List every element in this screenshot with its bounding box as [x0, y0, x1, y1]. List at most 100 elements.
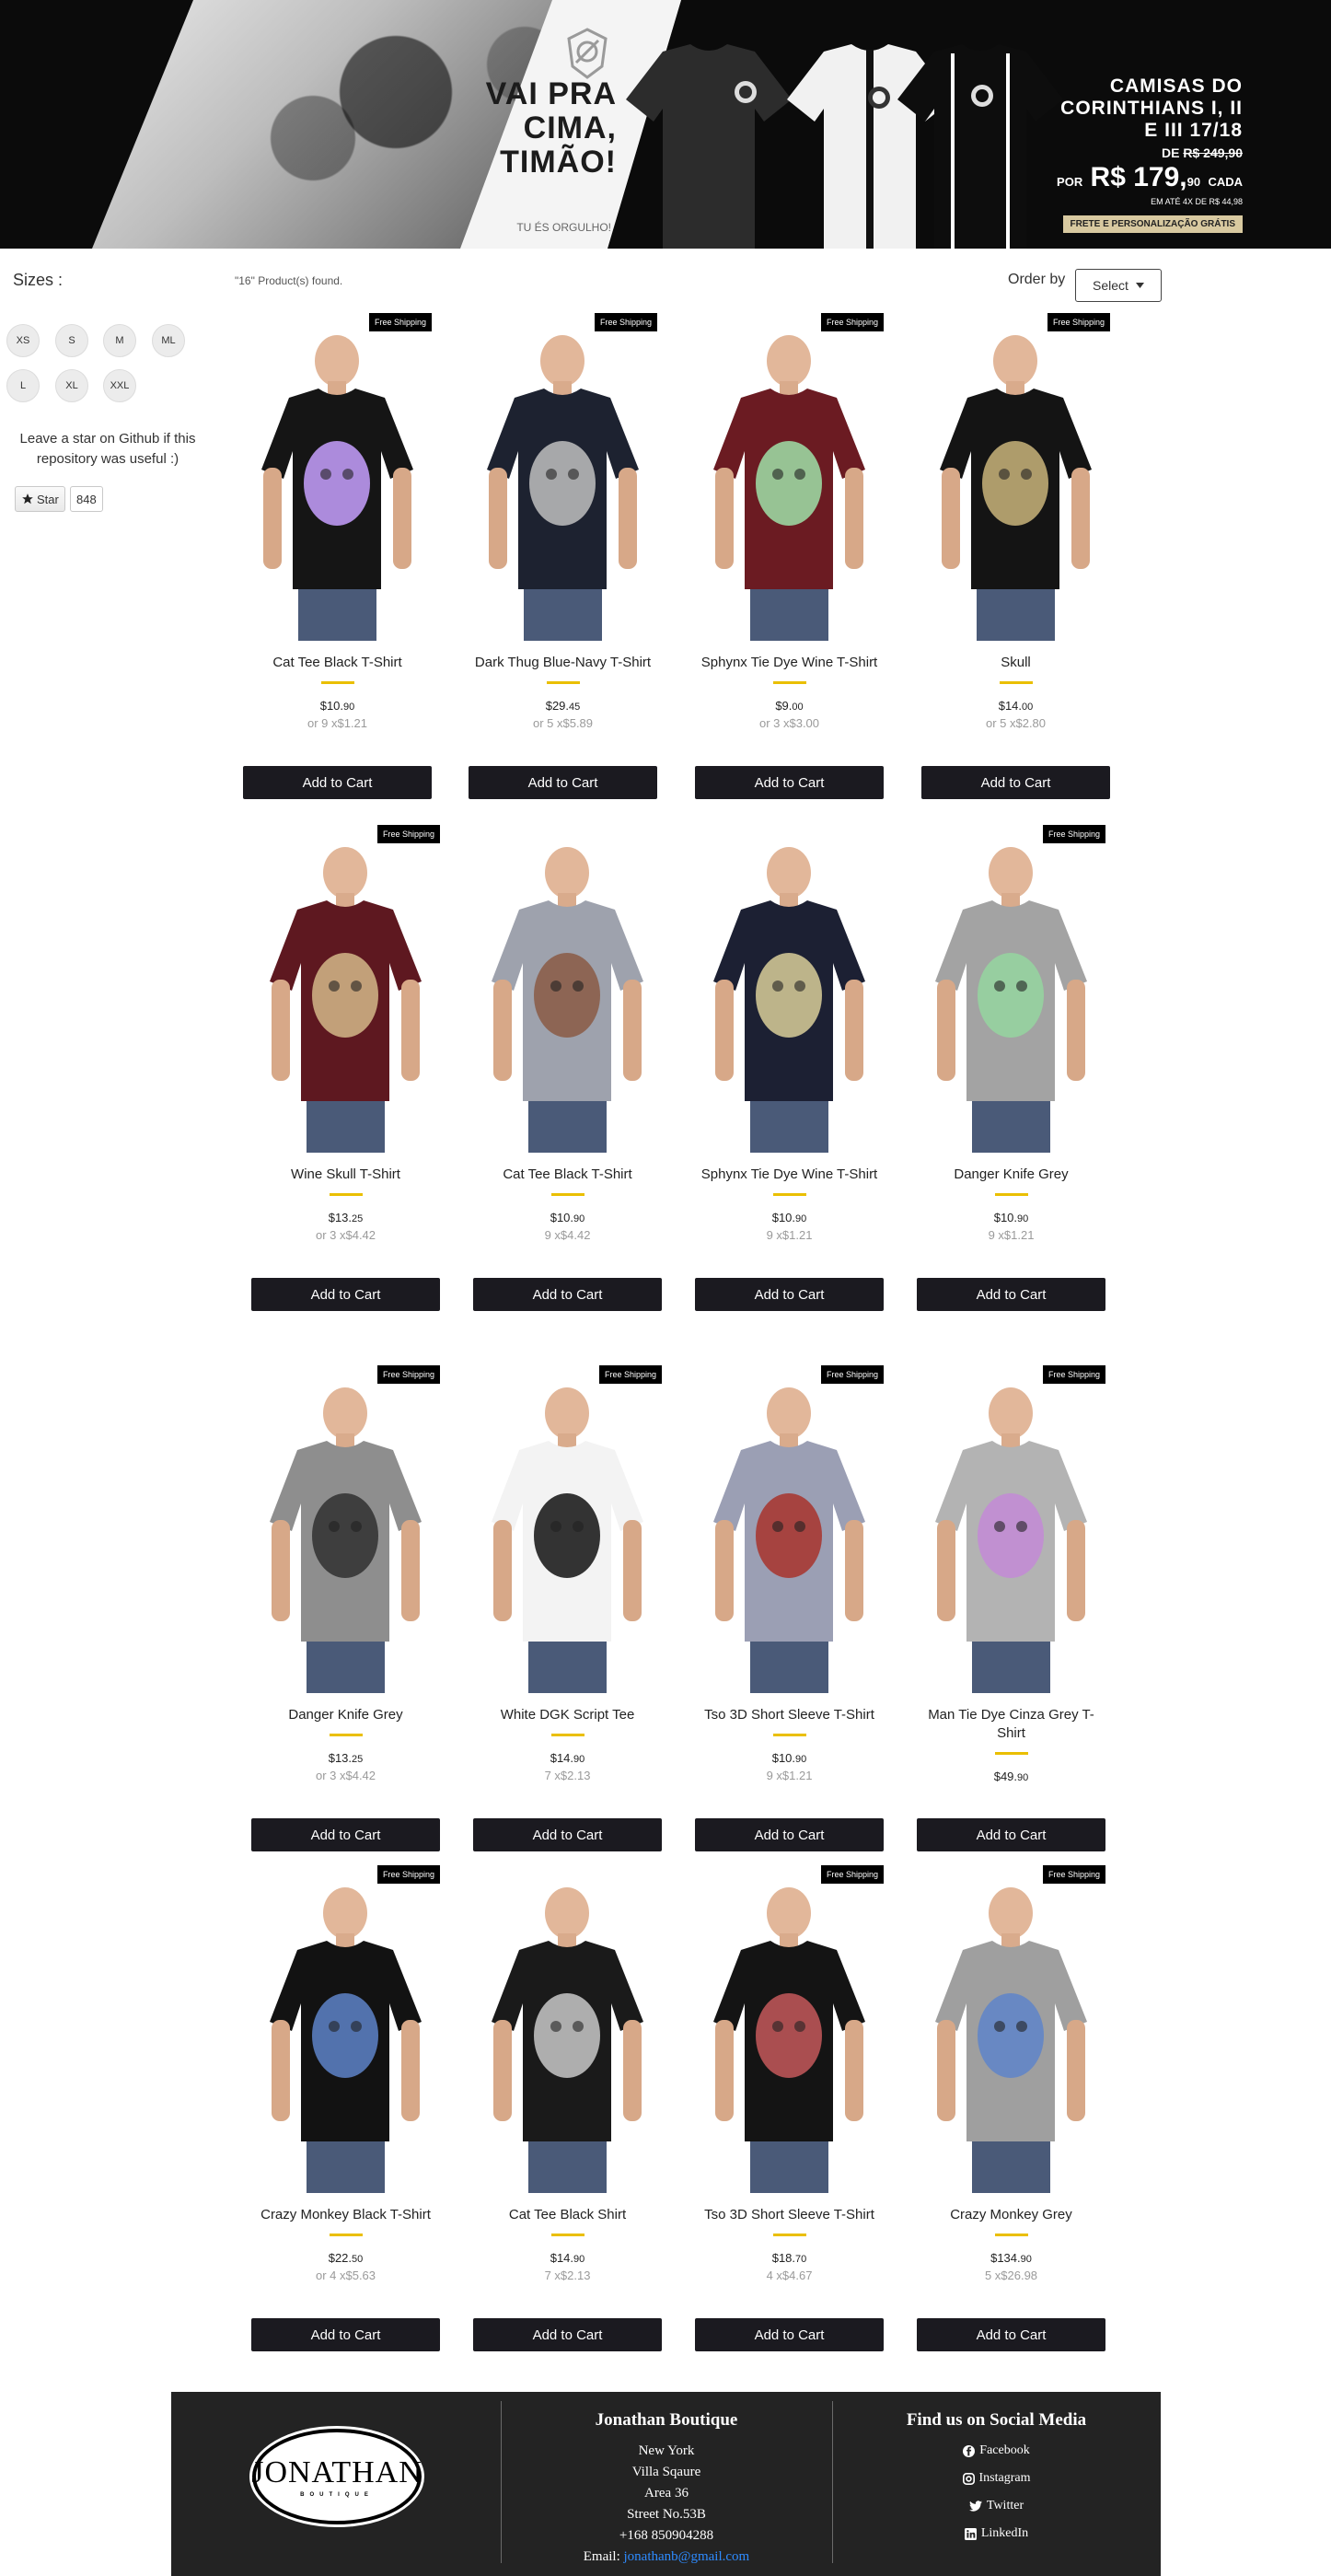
product-title: Man Tie Dye Cinza Grey T-Shirt [928, 1707, 1094, 1741]
jersey-striped-image [897, 44, 1063, 249]
product-image[interactable] [695, 825, 884, 1153]
address-line: New York [638, 2443, 695, 2458]
email-link[interactable]: jonathanb@gmail.com [624, 2549, 750, 2564]
tshirt-image [695, 313, 884, 641]
price-integer: $10. [771, 1211, 796, 1224]
product-image[interactable]: Free Shipping [243, 313, 432, 641]
phone-line: +168 850904288 [619, 2528, 714, 2543]
product-card[interactable]: Free Shipping Skull $14.00 or 5 x$2.80 Add t… [921, 313, 1110, 799]
size-option-m[interactable]: M [103, 324, 136, 357]
installment: 7 x$2.13 [544, 1769, 591, 1782]
facebook-link[interactable]: Facebook [832, 2443, 1161, 2458]
product-image[interactable]: Free Shipping [695, 1365, 884, 1693]
price-integer: $10. [319, 699, 344, 713]
product-title: Wine Skull T-Shirt [291, 1166, 400, 1182]
price-integer: $10. [993, 1211, 1018, 1224]
product-image[interactable] [473, 1865, 662, 2193]
add-to-cart-button[interactable]: Add to Cart [917, 1818, 1105, 1851]
github-star-button[interactable]: Star [15, 486, 65, 512]
price-integer: $10. [771, 1751, 796, 1765]
add-to-cart-button[interactable]: Add to Cart [473, 2318, 662, 2351]
add-to-cart-button[interactable]: Add to Cart [473, 1278, 662, 1311]
add-to-cart-button[interactable]: Add to Cart [251, 1818, 440, 1851]
add-to-cart-button[interactable]: Add to Cart [243, 766, 432, 799]
size-option-xxl[interactable]: XXL [103, 369, 136, 402]
linkedin-link[interactable]: LinkedIn [832, 2526, 1161, 2541]
logo-text: JONATHAN [251, 2455, 422, 2489]
social-title: Find us on Social Media [906, 2410, 1087, 2430]
title-divider [999, 681, 1033, 684]
product-image[interactable]: Free Shipping [251, 1365, 440, 1693]
size-option-s[interactable]: S [55, 324, 88, 357]
title-divider [329, 1193, 363, 1196]
price-cents: 25 [352, 1754, 364, 1765]
product-image[interactable]: Free Shipping [921, 313, 1110, 641]
add-to-cart-button[interactable]: Add to Cart [473, 1818, 662, 1851]
tshirt-image [917, 1865, 1105, 2193]
product-price: $9.00 [695, 699, 884, 713]
product-card[interactable]: Cat Tee Black T-Shirt $10.90 9 x$4.42 Add t… [473, 825, 662, 1311]
title-divider [546, 681, 580, 684]
address-line: Street No.53B [627, 2507, 706, 2522]
add-to-cart-button[interactable]: Add to Cart [695, 1818, 884, 1851]
product-card[interactable]: Free Shipping Wine Skull T-Shirt $13.25 or … [251, 825, 440, 1311]
product-card[interactable]: Free Shipping Sphynx Tie Dye Wine T-Shirt… [695, 313, 884, 799]
product-title: Tso 3D Short Sleeve T-Shirt [704, 2207, 874, 2222]
add-to-cart-button[interactable]: Add to Cart [695, 2318, 884, 2351]
tshirt-image [917, 1365, 1105, 1693]
product-card[interactable]: Free Shipping Tso 3D Short Sleeve T-Shirt… [695, 1365, 884, 1851]
product-card[interactable]: Sphynx Tie Dye Wine T-Shirt $10.90 9 x$1.2… [695, 825, 884, 1311]
sizes-title: Sizes : [13, 271, 64, 289]
star-count[interactable]: 848 [70, 486, 103, 512]
installment: 4 x$4.67 [766, 2269, 813, 2282]
product-card[interactable]: Free Shipping Danger Knife Grey $13.25 or 3… [251, 1365, 440, 1851]
product-card[interactable]: Free Shipping Dark Thug Blue-Navy T-Shirt… [469, 313, 657, 799]
add-to-cart-button[interactable]: Add to Cart [251, 2318, 440, 2351]
product-image[interactable]: Free Shipping [917, 825, 1105, 1153]
product-image[interactable]: Free Shipping [695, 313, 884, 641]
star-label: Star [37, 492, 59, 506]
order-by-select[interactable]: Select [1075, 269, 1162, 302]
free-shipping-badge: Free Shipping [1047, 313, 1110, 331]
twitter-link[interactable]: Twitter [832, 2499, 1161, 2513]
add-to-cart-button[interactable]: Add to Cart [695, 766, 884, 799]
promo-banner[interactable]: VAI PRA CIMA, TIMÃO! TU ÉS ORGULHO! CAMI… [0, 0, 1331, 249]
product-title: Sphynx Tie Dye Wine T-Shirt [700, 655, 878, 670]
size-option-l[interactable]: L [6, 369, 40, 402]
add-to-cart-button[interactable]: Add to Cart [695, 1278, 884, 1311]
add-to-cart-button[interactable]: Add to Cart [921, 766, 1110, 799]
title-divider [550, 1734, 584, 1736]
add-to-cart-button[interactable]: Add to Cart [251, 1278, 440, 1311]
product-card[interactable]: Free Shipping Man Tie Dye Cinza Grey T-Sh… [917, 1365, 1105, 1851]
installment: or 3 x$3.00 [758, 716, 820, 730]
installment: or 9 x$1.21 [307, 716, 368, 730]
product-image[interactable]: Free Shipping [917, 1865, 1105, 2193]
add-to-cart-button[interactable]: Add to Cart [917, 2318, 1105, 2351]
product-card[interactable]: Cat Tee Black Shirt $14.90 7 x$2.13 Add to … [473, 1865, 662, 2351]
product-image[interactable]: Free Shipping [251, 825, 440, 1153]
price-cents: 00 [792, 702, 804, 713]
size-option-xs[interactable]: XS [6, 324, 40, 357]
product-image[interactable] [473, 825, 662, 1153]
product-image[interactable]: Free Shipping [251, 1865, 440, 2193]
address-line: Villa Sqaure [631, 2465, 701, 2479]
title-divider [994, 1193, 1028, 1196]
product-card[interactable]: Free Shipping Crazy Monkey Black T-Shirt $… [251, 1865, 440, 2351]
product-card[interactable]: Free Shipping Crazy Monkey Grey $134.90 5 x… [917, 1865, 1105, 2351]
installment: 9 x$1.21 [766, 1228, 813, 1242]
add-to-cart-button[interactable]: Add to Cart [917, 1278, 1105, 1311]
product-image[interactable]: Free Shipping [473, 1365, 662, 1693]
add-to-cart-button[interactable]: Add to Cart [469, 766, 657, 799]
product-image[interactable]: Free Shipping [917, 1365, 1105, 1693]
product-card[interactable]: Free Shipping White DGK Script Tee $14.90 7… [473, 1365, 662, 1851]
instagram-link[interactable]: Instagram [832, 2471, 1161, 2486]
free-shipping-badge: Free Shipping [368, 313, 432, 331]
size-option-ml[interactable]: ML [152, 324, 185, 357]
product-image[interactable]: Free Shipping [695, 1865, 884, 2193]
product-card[interactable]: Free Shipping Danger Knife Grey $10.90 9 x$… [917, 825, 1105, 1311]
size-option-xl[interactable]: XL [55, 369, 88, 402]
product-card[interactable]: Free Shipping Tso 3D Short Sleeve T-Shirt… [695, 1865, 884, 2351]
installment: 5 x$26.98 [984, 2269, 1038, 2282]
product-image[interactable]: Free Shipping [469, 313, 657, 641]
product-card[interactable]: Free Shipping Cat Tee Black T-Shirt $10.90… [243, 313, 432, 799]
